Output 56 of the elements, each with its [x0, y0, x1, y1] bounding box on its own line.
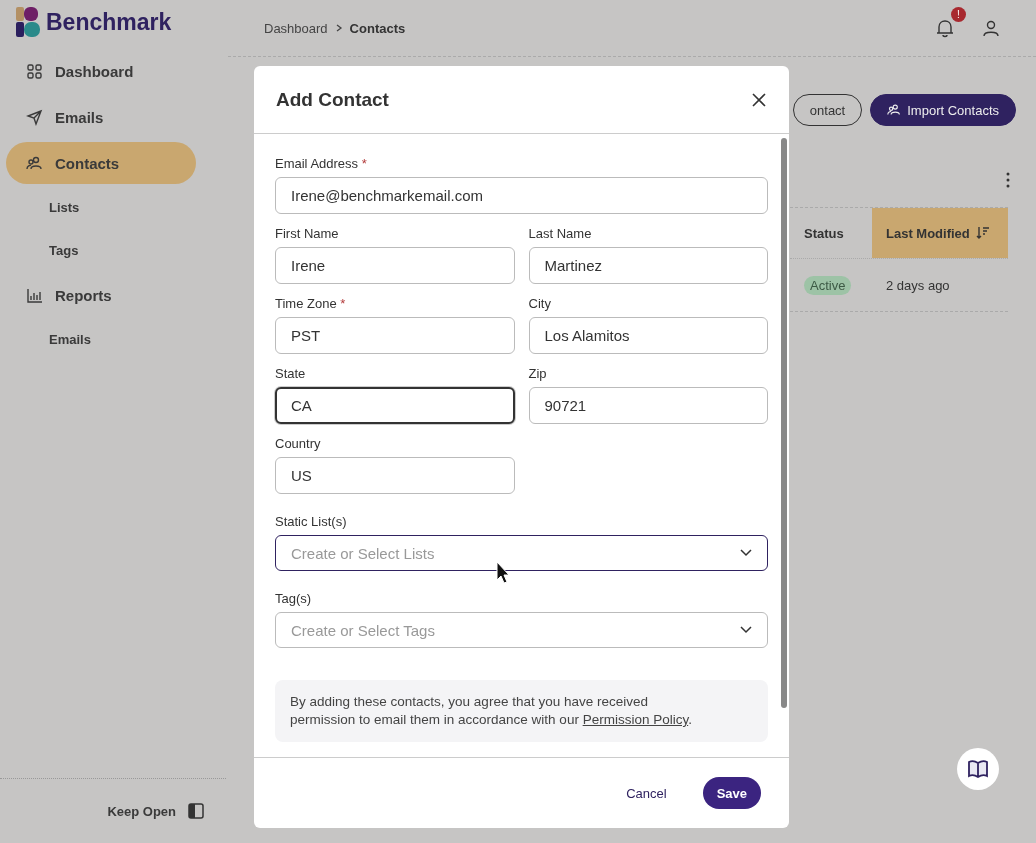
field-label: First Name — [275, 226, 339, 241]
field-label: Static List(s) — [275, 514, 347, 529]
breadcrumb-item: Contacts — [349, 20, 406, 36]
breadcrumb-item[interactable]: Dashboard — [264, 20, 328, 36]
table-cell: 2 days ago — [886, 277, 950, 293]
sidebar-item[interactable]: Dashboard — [6, 50, 222, 92]
chevron-down-icon — [740, 549, 752, 557]
import-contacts-button[interactable]: Import Contacts — [870, 94, 1016, 126]
text-input[interactable]: PST — [275, 317, 515, 354]
help-button[interactable] — [957, 748, 999, 790]
people-icon — [887, 103, 902, 117]
user-icon[interactable] — [982, 19, 1000, 37]
sidebar-subitem[interactable]: Emails — [0, 320, 228, 359]
sidebar-subitem[interactable]: Lists — [0, 188, 228, 227]
field-label: Time Zone * — [275, 296, 346, 311]
more-vertical-icon[interactable] — [1006, 172, 1010, 188]
sidebar-item[interactable]: Contacts — [6, 142, 196, 184]
status-badge: Active — [804, 275, 852, 295]
keep-open-label: Keep Open — [107, 803, 176, 819]
text-input[interactable]: CA — [275, 387, 515, 424]
save-button[interactable]: Save — [702, 777, 761, 809]
field-label: Country — [275, 436, 321, 451]
text-input[interactable]: Los Alamitos — [528, 317, 768, 354]
field-label: Zip — [528, 366, 547, 381]
column-header[interactable]: Status — [790, 208, 872, 258]
dialog-title: Add Contact — [276, 88, 389, 111]
field-label: State — [275, 366, 306, 381]
scrollbar[interactable] — [781, 138, 787, 708]
field-label: Email Address * — [275, 156, 367, 171]
field-label: City — [528, 296, 551, 311]
field-label: Last Name — [528, 226, 592, 241]
sidebar-toggle-icon[interactable] — [188, 803, 204, 819]
sidebar-item[interactable]: Emails — [6, 96, 222, 138]
close-button[interactable] — [751, 91, 767, 108]
cancel-button[interactable]: Cancel — [612, 777, 681, 809]
sort-icon — [975, 226, 990, 240]
sidebar-subitem[interactable]: Tags — [0, 231, 228, 270]
text-input[interactable]: Irene — [275, 247, 515, 284]
permission-notice: By adding these contacts, you agree that you have received permission to email them in accordance with our Permission Policy. — [275, 680, 768, 742]
chart-icon — [26, 286, 43, 304]
sidebar-item[interactable]: Reports — [6, 274, 222, 316]
field-label: Tag(s) — [275, 591, 312, 606]
logo-icon — [16, 7, 40, 37]
text-input[interactable]: US — [275, 457, 515, 494]
text-input[interactable]: Martinez — [528, 247, 768, 284]
chevron-down-icon — [740, 626, 752, 634]
grid-icon — [26, 62, 43, 80]
text-input[interactable]: 90721 — [528, 387, 768, 424]
people-icon — [26, 154, 43, 172]
bell-icon[interactable] — [934, 17, 956, 39]
brand-name: Benchmark — [46, 8, 172, 36]
send-icon — [26, 108, 43, 126]
book-icon — [967, 759, 989, 779]
text-input[interactable]: Irene@benchmarkemail.com — [275, 177, 768, 214]
column-header[interactable]: Last Modified — [872, 208, 1008, 258]
notification-badge: ! — [951, 7, 966, 22]
